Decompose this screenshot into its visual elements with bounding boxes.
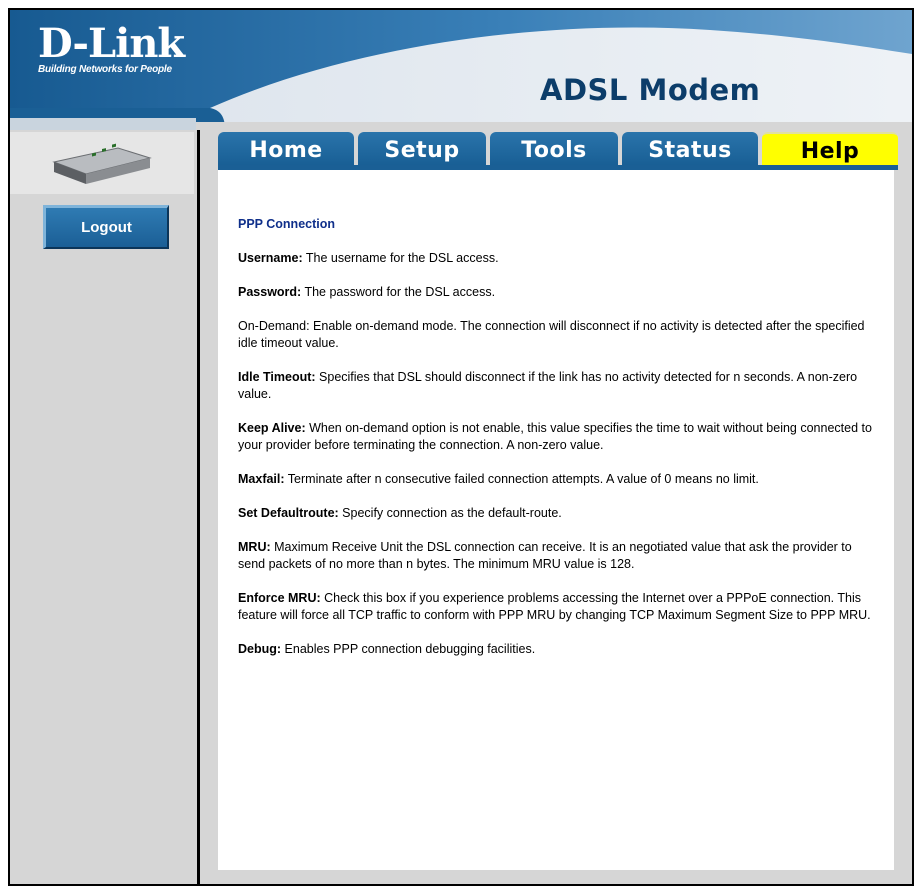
tab-home[interactable]: Home	[218, 132, 354, 168]
help-term: Enforce MRU:	[238, 591, 321, 605]
help-desc: The username for the DSL access.	[302, 251, 499, 265]
help-term: Maxfail:	[238, 472, 285, 486]
help-term: Set Defaultroute:	[238, 506, 339, 520]
help-desc: The password for the DSL access.	[301, 285, 496, 299]
help-content: PPP Connection Username: The username fo…	[218, 170, 894, 870]
help-term: Username:	[238, 251, 303, 265]
help-item-on-demand: On-Demand: Enable on-demand mode. The co…	[238, 318, 876, 352]
help-desc: Maximum Receive Unit the DSL connection …	[238, 540, 852, 571]
help-item-username: Username: The username for the DSL acces…	[238, 250, 876, 267]
page-frame: D-Link Building Networks for People ADSL…	[8, 8, 914, 886]
help-item-maxfail: Maxfail: Terminate after n consecutive f…	[238, 471, 876, 488]
adsl-modem-device-icon	[52, 143, 152, 184]
help-desc: On-Demand: Enable on-demand mode. The co…	[238, 319, 865, 350]
logo-tagline: Building Networks for People	[38, 64, 172, 75]
help-section-title: PPP Connection	[238, 217, 336, 231]
help-term: Keep Alive:	[238, 421, 306, 435]
sidebar: Logout	[10, 130, 196, 884]
help-item-idle-timeout: Idle Timeout: Specifies that DSL should …	[238, 369, 876, 403]
help-term: Password:	[238, 285, 302, 299]
tab-help[interactable]: Help	[762, 132, 898, 168]
logout-button[interactable]: Logout	[43, 205, 169, 249]
help-desc: Enables PPP connection debugging facilit…	[281, 642, 536, 656]
main-tabs: Home Setup Tools Status Help	[218, 132, 898, 168]
help-item-set-defaultroute: Set Defaultroute: Specify connection as …	[238, 505, 876, 522]
help-item-keep-alive: Keep Alive: When on-demand option is not…	[238, 420, 876, 454]
dlink-logo: D-Link Building Networks for People	[38, 20, 185, 76]
tab-setup[interactable]: Setup	[358, 132, 486, 168]
sidebar-divider	[197, 130, 200, 884]
product-title: ADSL Modem	[540, 73, 761, 107]
logo-wordmark: D-Link	[38, 20, 185, 67]
tab-tools[interactable]: Tools	[490, 132, 618, 168]
help-desc: Specify connection as the default-route.	[338, 506, 562, 520]
help-desc: Terminate after n consecutive failed con…	[284, 472, 759, 486]
device-image-panel	[10, 132, 194, 194]
help-term: Idle Timeout:	[238, 370, 316, 384]
help-desc: Specifies that DSL should disconnect if …	[238, 370, 858, 401]
tab-status[interactable]: Status	[622, 132, 758, 168]
help-term: MRU:	[238, 540, 271, 554]
help-item-mru: MRU: Maximum Receive Unit the DSL connec…	[238, 539, 876, 573]
header-banner: D-Link Building Networks for People ADSL…	[10, 10, 912, 130]
help-term: Debug:	[238, 642, 282, 656]
help-desc: Check this box if you experience problem…	[238, 591, 871, 622]
help-desc: When on-demand option is not enable, thi…	[238, 421, 872, 452]
help-item-password: Password: The password for the DSL acces…	[238, 284, 876, 301]
help-item-debug: Debug: Enables PPP connection debugging …	[238, 641, 876, 658]
help-item-enforce-mru: Enforce MRU: Check this box if you exper…	[238, 590, 876, 624]
